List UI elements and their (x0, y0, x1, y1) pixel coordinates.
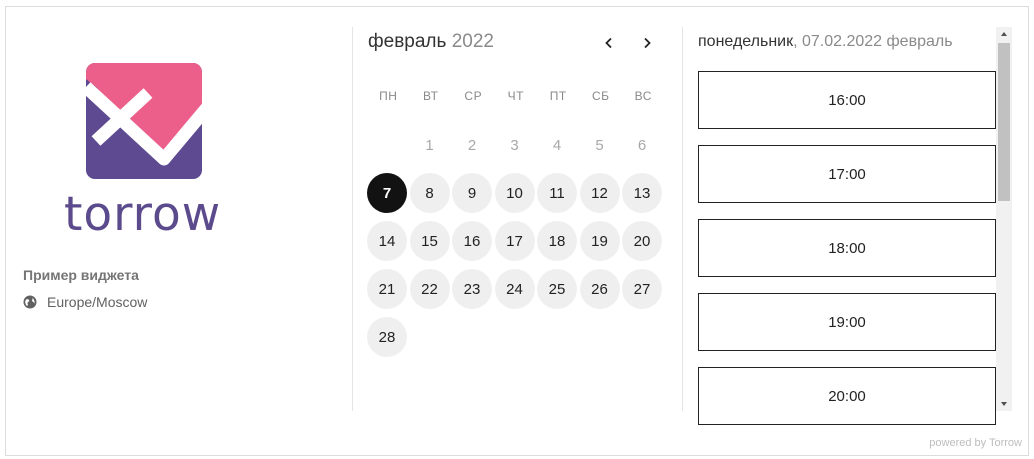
calendar-day[interactable]: 15 (409, 221, 450, 261)
time-slot-button[interactable]: 16:00 (698, 71, 996, 129)
calendar-day[interactable]: 10 (494, 173, 535, 213)
weekday-label: СР (464, 89, 483, 103)
calendar-week-row: 28 (367, 313, 667, 361)
calendar-month-year: февраль 2022 (368, 31, 494, 53)
torrow-logo-icon (86, 63, 202, 179)
calendar-day[interactable]: 8 (409, 173, 450, 213)
brand-name: torrow (64, 187, 222, 242)
calendar-day[interactable]: 13 (622, 173, 662, 213)
calendar-week-row: 7 8 9 10 11 12 13 (367, 169, 667, 217)
selected-weekday: понедельник (698, 33, 794, 50)
calendar-day[interactable]: 25 (537, 269, 577, 309)
weekday-label: ВС (634, 89, 652, 103)
calendar: февраль 2022 ПН ВТ СР ЧТ ПТ СБ ВС 123456… (353, 7, 682, 411)
timezone: Europe/Moscow (23, 294, 147, 310)
time-slot-button[interactable]: 17:00 (698, 145, 996, 203)
time-slots-panel: понедельник, 07.02.2022 февраль 16:00 17… (683, 7, 1028, 425)
calendar-day: 2 (467, 136, 477, 154)
scroll-down-arrow[interactable] (996, 397, 1012, 411)
calendar-week-row: 1 2 3 4 5 6 (367, 121, 667, 169)
powered-by[interactable]: powered by Torrow (929, 437, 1022, 449)
next-month-button[interactable] (635, 31, 659, 55)
calendar-day: 3 (510, 136, 519, 154)
calendar-day[interactable]: 9 (452, 173, 492, 213)
calendar-month: февраль (368, 31, 447, 52)
calendar-day[interactable]: 21 (367, 269, 407, 309)
info-panel: torrow Пример виджета Europe/Moscow (6, 7, 352, 411)
calendar-day: 5 (595, 136, 604, 154)
selected-date: , 07.02.2022 февраль (793, 33, 953, 50)
time-slot-button[interactable]: 20:00 (698, 367, 996, 425)
chevron-right-icon (644, 37, 651, 49)
scrollbar[interactable] (996, 27, 1012, 411)
timezone-label: Europe/Moscow (47, 294, 148, 310)
calendar-grid: 1 2 3 4 5 6 7 8 9 10 11 12 13 14 15 16 17 18 19 20 21 22 23 24 2… (367, 121, 667, 361)
calendar-day[interactable]: 19 (579, 221, 620, 261)
globe-icon (23, 295, 37, 309)
selected-date-heading: понедельник, 07.02.2022 февраль (698, 33, 953, 51)
booking-widget: torrow Пример виджета Europe/Moscow февр… (5, 6, 1029, 456)
calendar-week-row: 14 15 16 17 18 19 20 (367, 217, 667, 265)
triangle-up-icon (1001, 32, 1007, 36)
widget-title: Пример виджета (23, 267, 139, 283)
chevron-left-icon (605, 37, 612, 49)
triangle-down-icon (1001, 402, 1007, 406)
calendar-day: 1 (425, 136, 434, 154)
calendar-year: 2022 (451, 31, 494, 52)
prev-month-button[interactable] (597, 31, 621, 55)
calendar-day-empty (367, 125, 407, 165)
time-slot-list: 16:00 17:00 18:00 19:00 20:00 (698, 71, 996, 441)
weekday-label: ПТ (549, 89, 567, 103)
calendar-day[interactable]: 27 (622, 269, 662, 309)
calendar-day-selected[interactable]: 7 (367, 173, 407, 213)
time-slot-button[interactable]: 19:00 (698, 293, 996, 351)
weekday-header: ПН ВТ СР ЧТ ПТ СБ ВС (367, 89, 665, 103)
calendar-day[interactable]: 26 (579, 269, 620, 309)
calendar-day[interactable]: 20 (622, 221, 662, 261)
calendar-day[interactable]: 23 (452, 269, 492, 309)
calendar-day[interactable]: 22 (409, 269, 450, 309)
weekday-label: СБ (591, 89, 610, 103)
calendar-day[interactable]: 28 (367, 317, 407, 357)
calendar-day[interactable]: 24 (494, 269, 535, 309)
time-slot-button[interactable]: 18:00 (698, 219, 996, 277)
calendar-day: 4 (552, 136, 562, 154)
scrollbar-thumb[interactable] (998, 43, 1010, 201)
weekday-label: ПН (379, 89, 398, 103)
calendar-day[interactable]: 17 (494, 221, 535, 261)
calendar-day[interactable]: 16 (452, 221, 492, 261)
calendar-day: 6 (637, 136, 647, 154)
weekday-label: ЧТ (507, 89, 524, 103)
calendar-day[interactable]: 12 (579, 173, 620, 213)
calendar-day[interactable]: 18 (537, 221, 577, 261)
weekday-label: ВТ (422, 89, 439, 103)
calendar-week-row: 21 22 23 24 25 26 27 (367, 265, 667, 313)
scroll-up-arrow[interactable] (996, 27, 1012, 41)
calendar-day[interactable]: 14 (367, 221, 407, 261)
calendar-day[interactable]: 11 (537, 173, 577, 213)
